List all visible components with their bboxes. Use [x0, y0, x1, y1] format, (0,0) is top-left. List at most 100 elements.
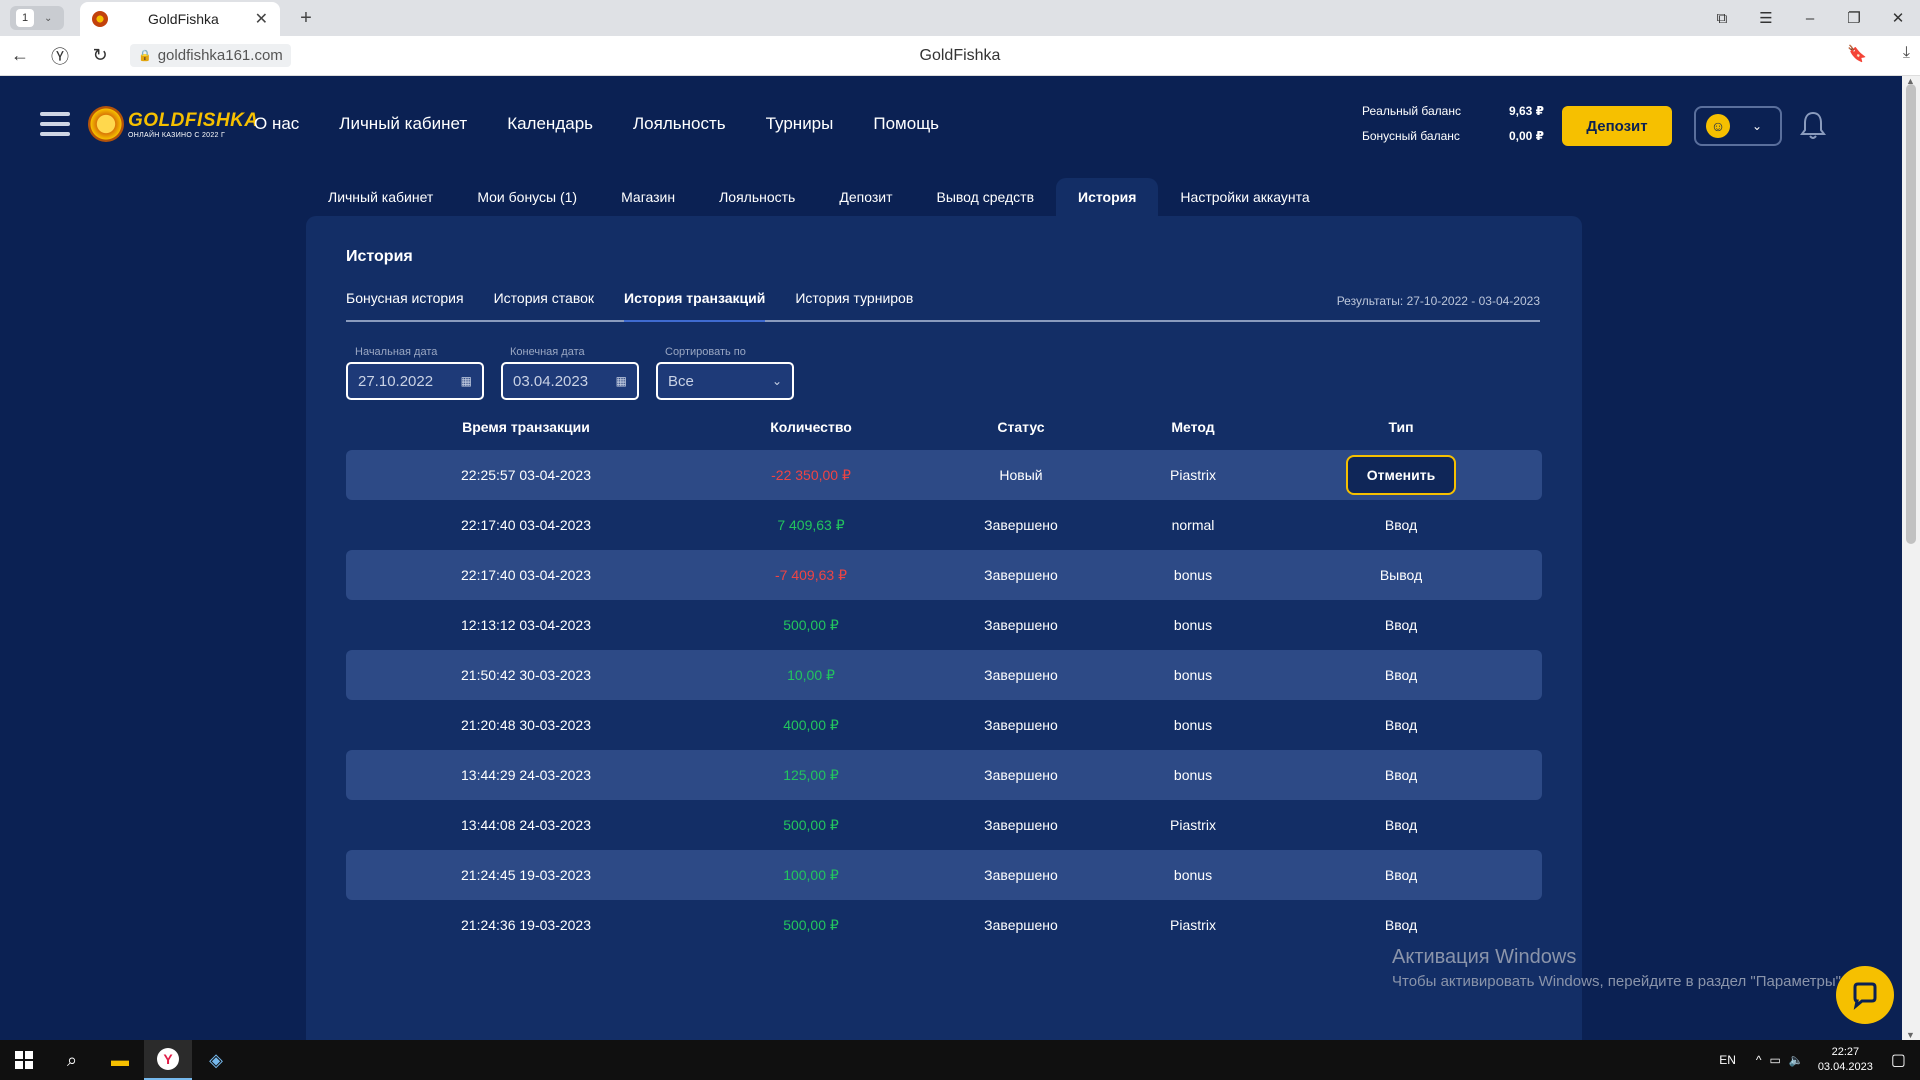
cancel-transaction-button[interactable]: Отменить — [1346, 455, 1456, 495]
cell-time: 21:50:42 30-03-2023 — [461, 667, 591, 683]
table-row: 13:44:29 24-03-2023 125,00 ₽ Завершено bonu… — [346, 750, 1542, 800]
tab-transaction-history[interactable]: История транзакций — [624, 290, 766, 322]
cell-status: Завершено — [984, 617, 1058, 633]
url-field[interactable]: 🔒 goldfishka161.com — [130, 44, 291, 67]
tab-counter[interactable]: 1 ⌄ — [10, 6, 64, 30]
cell-type: Ввод — [1384, 917, 1418, 933]
start-date-filter: Начальная дата 27.10.2022 ▦ — [346, 346, 484, 400]
start-date-value: 27.10.2022 — [358, 372, 434, 390]
deposit-button[interactable]: Депозит — [1562, 106, 1672, 146]
cell-time: 21:24:36 19-03-2023 — [461, 917, 591, 933]
cell-method: Piastrix — [1170, 817, 1216, 833]
page-scrollbar[interactable]: ▲ ▼ — [1902, 76, 1920, 1040]
hamburger-menu-icon[interactable] — [40, 112, 70, 142]
bell-icon[interactable] — [1800, 110, 1826, 140]
subnav-loyalty[interactable]: Лояльность — [697, 178, 817, 216]
tab-bet-history[interactable]: История ставок — [494, 290, 594, 322]
subnav-history[interactable]: История — [1056, 178, 1159, 216]
watermark-line1: Активация Windows — [1392, 946, 1577, 968]
site-logo[interactable]: GOLDFISHKA ОНЛАЙН КАЗИНО С 2022 Г — [88, 106, 259, 142]
subnav-deposit[interactable]: Депозит — [817, 178, 914, 216]
sort-value: Все — [668, 372, 694, 390]
chevron-up-icon[interactable]: ^ — [1756, 1053, 1762, 1067]
cell-time: 21:20:48 30-03-2023 — [461, 717, 591, 733]
cell-method: bonus — [1173, 617, 1213, 633]
file-explorer-icon[interactable]: ▬ — [96, 1040, 144, 1080]
favicon-icon — [92, 11, 108, 27]
user-menu-button[interactable]: ☺ ⌄ — [1694, 106, 1782, 146]
yandex-icon[interactable]: Ⓨ — [40, 43, 80, 69]
close-window-button[interactable]: ✕ — [1876, 9, 1920, 27]
main-nav-tournaments[interactable]: Турниры — [766, 114, 834, 134]
clock-date: 03.04.2023 — [1817, 1061, 1873, 1073]
download-icon[interactable]: ⤓ — [1903, 44, 1910, 64]
cell-status: Завершено — [984, 917, 1058, 933]
search-icon[interactable]: ⌕ — [48, 1040, 96, 1080]
end-date-input[interactable]: 03.04.2023 ▦ — [501, 362, 639, 400]
main-nav-cabinet[interactable]: Личный кабинет — [339, 114, 467, 134]
cell-type: Ввод — [1384, 667, 1418, 683]
yandex-browser-icon[interactable]: Y — [144, 1040, 192, 1080]
col-time: Время транзакции — [462, 419, 590, 435]
account-subnav: Личный кабинет Мои бонусы (1) Магазин Ло… — [306, 178, 1332, 216]
main-nav-help[interactable]: Помощь — [873, 114, 939, 134]
new-tab-button[interactable]: + — [294, 6, 318, 30]
minimize-button[interactable]: – — [1788, 10, 1832, 27]
subnav-cabinet[interactable]: Личный кабинет — [306, 178, 455, 216]
cell-time: 13:44:08 24-03-2023 — [461, 817, 591, 833]
tab-bonus-history[interactable]: Бонусная история — [346, 290, 464, 322]
close-icon[interactable]: ✕ — [255, 9, 268, 29]
windows-start-icon[interactable] — [0, 1040, 48, 1080]
scroll-down-icon[interactable]: ▼ — [1906, 1030, 1915, 1040]
network-icon[interactable]: ▭ — [1770, 1053, 1781, 1067]
subnav-shop[interactable]: Магазин — [599, 178, 697, 216]
real-balance-value: 9,63 ₽ — [1508, 104, 1544, 118]
cell-type: Ввод — [1384, 817, 1418, 833]
transactions-table: 22:25:57 03-04-2023 -22 350,00 ₽ Новый Pias… — [346, 450, 1542, 950]
cell-status: Завершено — [984, 517, 1058, 533]
lock-icon: 🔒 — [138, 50, 152, 62]
cell-amount: 10,00 ₽ — [787, 666, 835, 683]
subnav-withdraw[interactable]: Вывод средств — [915, 178, 1057, 216]
reload-icon[interactable]: ↻ — [80, 45, 120, 66]
menu-icon[interactable]: ☰ — [1744, 9, 1788, 27]
clock[interactable]: 22:27 03.04.2023 — [1818, 1045, 1873, 1075]
back-icon[interactable]: ← — [0, 45, 40, 66]
start-date-input[interactable]: 27.10.2022 ▦ — [346, 362, 484, 400]
bookmark-icon[interactable]: 🔖 — [1847, 44, 1867, 64]
table-row: 22:17:40 03-04-2023 7 409,63 ₽ Завершено no… — [346, 500, 1542, 550]
cell-type: Ввод — [1384, 867, 1418, 883]
col-method: Метод — [1171, 419, 1215, 435]
sort-label: Сортировать по — [665, 346, 746, 358]
cell-status: Завершено — [984, 667, 1058, 683]
tab-tournament-history[interactable]: История турниров — [795, 290, 913, 322]
notifications-icon[interactable]: ▢ — [1891, 1050, 1906, 1070]
cell-status: Завершено — [984, 767, 1058, 783]
logo-tagline: ОНЛАЙН КАЗИНО С 2022 Г — [128, 131, 226, 139]
language-indicator[interactable]: EN — [1719, 1053, 1736, 1067]
bookmark-manager-icon[interactable]: ⧉ — [1700, 10, 1744, 27]
app-icon[interactable]: ◈ — [192, 1040, 240, 1080]
site-viewport: GOLDFISHKA ОНЛАЙН КАЗИНО С 2022 Г О нас … — [0, 76, 1902, 1040]
subnav-bonuses[interactable]: Мои бонусы (1) — [455, 178, 599, 216]
browser-tab[interactable]: GoldFishka ✕ — [80, 2, 280, 36]
cell-amount: 125,00 ₽ — [783, 766, 839, 783]
restore-button[interactable]: ❐ — [1832, 9, 1876, 27]
sort-select[interactable]: Все ⌄ — [656, 362, 794, 400]
main-nav-calendar[interactable]: Календарь — [507, 114, 593, 134]
site-header: GOLDFISHKA ОНЛАЙН КАЗИНО С 2022 Г О нас … — [0, 76, 1902, 176]
system-tray: EN ^ ▭ 🔈 22:27 03.04.2023 ▢ — [1719, 1040, 1920, 1080]
end-date-value: 03.04.2023 — [513, 372, 589, 390]
cell-amount: 100,00 ₽ — [783, 866, 839, 883]
table-row: 22:17:40 03-04-2023 -7 409,63 ₽ Завершено b… — [346, 550, 1542, 600]
scrollbar-thumb[interactable] — [1906, 84, 1916, 544]
cell-type: Ввод — [1384, 717, 1418, 733]
chat-button[interactable] — [1836, 966, 1894, 1024]
table-row: 21:24:45 19-03-2023 100,00 ₽ Завершено bonu… — [346, 850, 1542, 900]
main-nav-about[interactable]: О нас — [254, 114, 299, 134]
bonus-balance-label: Бонусный баланс — [1362, 129, 1460, 143]
volume-icon[interactable]: 🔈 — [1789, 1053, 1804, 1067]
subnav-settings[interactable]: Настройки аккаунта — [1158, 178, 1331, 216]
cell-amount: 7 409,63 ₽ — [777, 516, 845, 533]
main-nav-loyalty[interactable]: Лояльность — [633, 114, 726, 134]
